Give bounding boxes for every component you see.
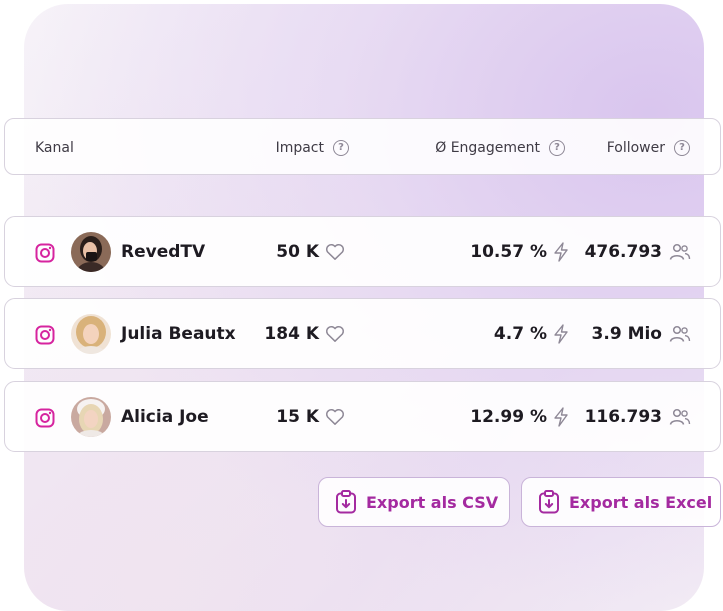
channel-name[interactable]: Alicia Joe [121, 382, 209, 451]
table-row[interactable]: Alicia Joe 15 K 12.99 % 116.793 [4, 381, 721, 452]
follower-value: 3.9 Mio [591, 323, 662, 344]
column-header-engagement-label: Ø Engagement [435, 139, 540, 156]
impact-cell: 50 K [276, 217, 345, 286]
avatar [71, 232, 111, 272]
column-header-follower-label: Follower [606, 139, 665, 156]
column-header-impact[interactable]: Impact ? [276, 119, 349, 176]
column-header-channel-label: Kanal [35, 139, 74, 156]
engagement-value: 4.7 % [493, 323, 547, 344]
impact-value: 15 K [276, 406, 319, 427]
heart-icon [325, 243, 345, 260]
engagement-cell: 12.99 % [470, 382, 569, 451]
clipboard-download-icon [336, 490, 356, 514]
follower-cell: 476.793 [585, 217, 691, 286]
table-header: Kanal Impact ? Ø Engagement ? Follower ? [4, 118, 721, 175]
users-icon [669, 325, 691, 342]
column-header-channel[interactable]: Kanal [35, 119, 74, 176]
impact-value: 184 K [264, 323, 319, 344]
impact-value: 50 K [276, 241, 319, 262]
help-icon[interactable]: ? [674, 139, 690, 156]
avatar [71, 397, 111, 437]
channel-name[interactable]: RevedTV [121, 217, 205, 286]
help-icon[interactable]: ? [333, 139, 349, 156]
engagement-value: 10.57 % [470, 241, 547, 262]
column-header-follower[interactable]: Follower ? [607, 119, 690, 176]
avatar [71, 314, 111, 354]
table-row[interactable]: Julia Beautx 184 K 4.7 % 3.9 Mio [4, 298, 721, 369]
instagram-icon [35, 325, 55, 345]
clipboard-download-icon [539, 490, 559, 514]
impact-cell: 15 K [276, 382, 345, 451]
export-excel-label: Export als Excel [569, 492, 713, 512]
follower-cell: 116.793 [585, 382, 691, 451]
lightning-icon [554, 241, 568, 262]
lightning-icon [554, 323, 568, 344]
lightning-icon [554, 406, 568, 427]
users-icon [669, 243, 691, 260]
engagement-cell: 10.57 % [470, 217, 569, 286]
follower-value: 476.793 [584, 241, 662, 262]
engagement-cell: 4.7 % [494, 299, 569, 368]
heart-icon [325, 325, 345, 342]
engagement-value: 12.99 % [470, 406, 547, 427]
impact-cell: 184 K [264, 299, 345, 368]
export-csv-button[interactable]: Export als CSV [318, 477, 510, 527]
users-icon [669, 408, 691, 425]
instagram-icon [35, 408, 55, 428]
instagram-icon [35, 243, 55, 263]
follower-cell: 3.9 Mio [592, 299, 691, 368]
export-excel-button[interactable]: Export als Excel [521, 477, 721, 527]
table-row[interactable]: RevedTV 50 K 10.57 % 476.793 [4, 216, 721, 287]
export-csv-label: Export als CSV [366, 492, 499, 512]
follower-value: 116.793 [584, 406, 662, 427]
heart-icon [325, 408, 345, 425]
channel-name[interactable]: Julia Beautx [121, 299, 236, 368]
column-header-impact-label: Impact [275, 139, 324, 156]
column-header-engagement[interactable]: Ø Engagement ? [435, 119, 565, 176]
help-icon[interactable]: ? [549, 139, 565, 156]
